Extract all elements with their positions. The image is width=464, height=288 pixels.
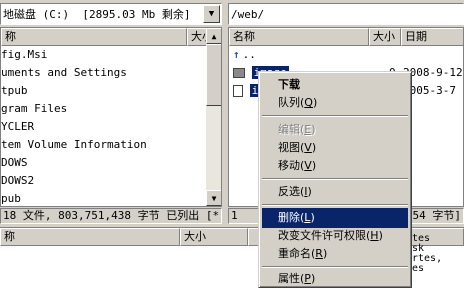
list-item[interactable]: uments and Settings	[1, 64, 127, 82]
list-item[interactable]: tpub	[1, 82, 28, 100]
menu-item-edit: 编辑(E)	[278, 123, 316, 136]
up-arrow-icon: ↑	[233, 48, 240, 61]
left-file-panel[interactable]: 称 大小 fig.Msi uments and Settings tpub gr…	[0, 27, 222, 207]
file-icon	[233, 85, 243, 97]
list-item[interactable]: YCLER	[1, 118, 34, 136]
scroll-thumb[interactable]	[206, 44, 221, 106]
menu-item-rename[interactable]: 重命名(R)	[262, 244, 408, 264]
right-col-date-header[interactable]: 日期	[401, 28, 463, 46]
menu-item-download[interactable]: 下载	[262, 75, 408, 95]
list-item[interactable]: gram Files	[1, 100, 67, 118]
menu-separator	[262, 115, 408, 117]
menu-item-view[interactable]: 视图(V)	[262, 138, 408, 158]
menu-separator	[262, 178, 408, 180]
right-path-selector[interactable]: /web/	[228, 3, 464, 25]
right-col-name-header[interactable]: 名称	[229, 28, 369, 46]
right-path-text: /web/	[231, 7, 265, 21]
log-text: tes sk rtes, es	[412, 233, 443, 274]
list-item[interactable]: pub	[1, 190, 21, 206]
left-drive-selector[interactable]: 地磁盘 (C:) [2895.03 Mb 剩余] ▼	[0, 3, 222, 25]
left-drive-text: 地磁盘 (C:) [2895.03 Mb 剩余]	[3, 8, 191, 21]
list-item[interactable]: fig.Msi	[1, 46, 47, 64]
left-scrollbar[interactable]: ▲ ▼	[206, 28, 221, 206]
chevron-down-icon[interactable]: ▼	[203, 5, 220, 23]
menu-separator	[262, 266, 408, 268]
menu-item-invert-selection[interactable]: 反选(I)	[262, 182, 408, 202]
left-col-size-header[interactable]: 大小	[187, 28, 207, 46]
right-col-size-header[interactable]: 大小	[369, 28, 401, 46]
queue-col-size-header[interactable]: 大小	[180, 228, 248, 246]
scroll-up-icon[interactable]: ▲	[206, 28, 221, 44]
folder-icon	[233, 68, 245, 78]
parent-dir-row[interactable]: ↑..	[233, 46, 256, 64]
menu-item-properties[interactable]: 属性(P)	[262, 269, 408, 288]
list-item[interactable]: DOWS2	[1, 172, 34, 190]
context-menu[interactable]: 下载 队列(Q) 编辑(E) 视图(V) 移动(V) 反选(I) 删除(L) 改…	[258, 71, 412, 288]
list-item[interactable]: tem Volume Information	[1, 136, 147, 154]
menu-item-delete[interactable]: 删除(L)	[262, 208, 408, 228]
scroll-down-icon[interactable]: ▼	[206, 190, 221, 206]
list-item[interactable]: DOWS	[1, 154, 28, 172]
left-status-bar: 18 文件, 803,751,438 字节 已列出 [*.	[0, 208, 222, 224]
menu-item-change-permissions[interactable]: 改变文件许可权限(H)	[262, 226, 408, 246]
menu-item-move[interactable]: 移动(V)	[262, 156, 408, 176]
left-col-name-header[interactable]: 称	[1, 28, 187, 46]
menu-item-queue[interactable]: 队列(Q)	[262, 93, 408, 113]
menu-separator	[262, 204, 408, 206]
queue-col-name-header[interactable]: 称	[0, 228, 180, 246]
